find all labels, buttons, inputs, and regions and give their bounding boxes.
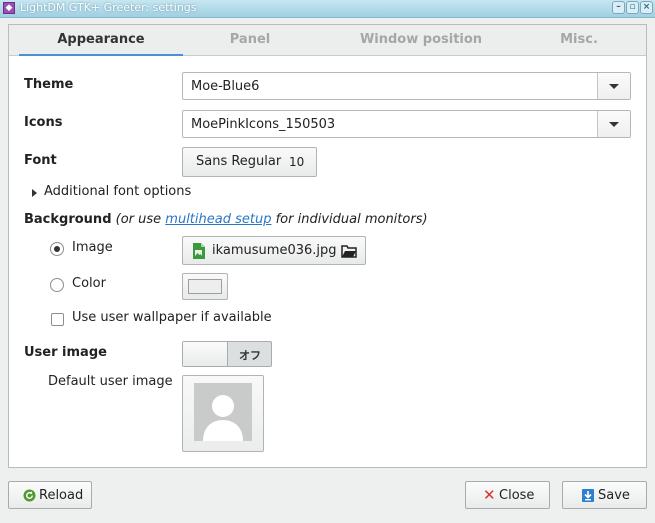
chevron-down-icon[interactable] (597, 73, 630, 99)
icons-combo[interactable]: MoePinkIcons_150503 (182, 110, 631, 138)
font-button[interactable]: Sans Regular 10 (182, 147, 317, 177)
tab-panel[interactable]: Panel (185, 25, 315, 55)
close-x-icon: ✕ (483, 486, 496, 504)
default-user-image-button[interactable] (182, 375, 264, 452)
background-note-before: (or use (115, 212, 166, 227)
tab-misc[interactable]: Misc. (525, 25, 633, 55)
avatar-frame (194, 383, 252, 441)
background-note-after: for individual monitors) (271, 212, 428, 227)
user-image-label: User image (24, 345, 107, 360)
chevron-down-icon[interactable] (597, 111, 630, 137)
icons-label: Icons (24, 115, 63, 130)
close-label: Close (499, 488, 535, 503)
title-bar[interactable]: ◆ LightDM GTK+ Greeter: settings – ▫ × (0, 0, 655, 18)
switch-state-label: オフ (239, 349, 261, 362)
image-file-chooser[interactable]: ikamusume036.jpg (182, 236, 366, 265)
reload-label: Reload (39, 488, 84, 503)
multihead-setup-link[interactable]: multihead setup (165, 212, 271, 227)
theme-combo[interactable]: Moe-Blue6 (182, 72, 631, 100)
font-label: Font (24, 153, 57, 168)
switch-knob[interactable] (183, 342, 228, 366)
color-swatch (188, 279, 222, 294)
font-size: 10 (289, 155, 305, 169)
maximize-button[interactable]: ▫ (626, 1, 639, 14)
tab-bar: Appearance Panel Window position Misc. (9, 25, 646, 56)
color-option-label[interactable]: Color (72, 276, 106, 291)
save-icon (582, 489, 594, 502)
default-user-image-label: Default user image (48, 374, 173, 389)
user-image-switch[interactable]: オフ (182, 341, 272, 367)
expander-arrow-icon[interactable] (32, 189, 37, 197)
theme-value: Moe-Blue6 (191, 79, 260, 94)
tab-window-position[interactable]: Window position (331, 25, 511, 55)
reload-icon (23, 489, 36, 502)
close-window-button[interactable]: × (640, 1, 653, 14)
image-option-label[interactable]: Image (72, 240, 113, 255)
save-label: Save (598, 488, 630, 503)
color-radio[interactable] (50, 278, 64, 292)
background-row: Background (or use multihead setup for i… (24, 212, 428, 227)
icons-value: MoePinkIcons_150503 (191, 117, 336, 132)
background-label: Background (24, 212, 112, 227)
open-file-icon (341, 245, 357, 258)
close-button[interactable]: ✕ Close (465, 481, 550, 509)
additional-font-options-expander[interactable]: Additional font options (44, 184, 191, 199)
font-name: Sans Regular (196, 154, 282, 169)
lightdm-icon: ◆ (3, 2, 15, 14)
reload-button[interactable]: Reload (8, 481, 92, 509)
user-wallpaper-checkbox[interactable] (51, 313, 64, 326)
image-radio[interactable] (50, 242, 64, 256)
window-title: LightDM GTK+ Greeter: settings (20, 1, 197, 14)
color-button[interactable] (182, 273, 228, 300)
window-controls: – ▫ × (612, 1, 653, 14)
user-avatar-icon (203, 395, 243, 441)
image-file-name: ikamusume036.jpg (212, 243, 337, 258)
tab-appearance[interactable]: Appearance (19, 25, 183, 56)
image-file-icon (193, 243, 205, 259)
minimize-button[interactable]: – (612, 1, 625, 14)
theme-label: Theme (24, 77, 74, 92)
user-wallpaper-label[interactable]: Use user wallpaper if available (72, 310, 272, 325)
save-button[interactable]: Save (562, 481, 647, 509)
